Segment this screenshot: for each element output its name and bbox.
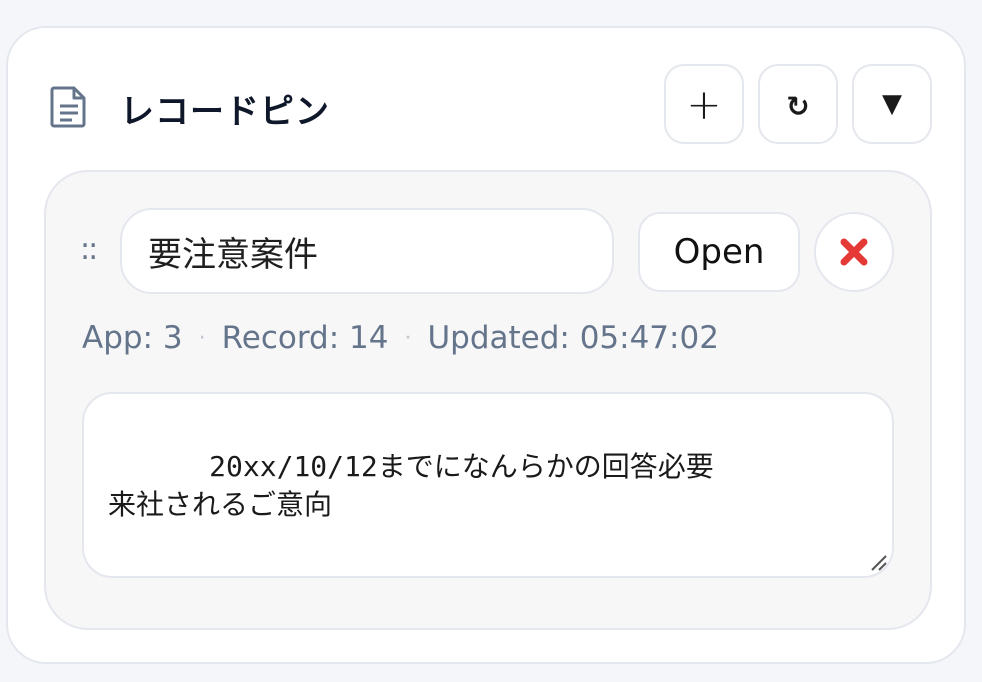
refresh-button[interactable]: ↻ bbox=[758, 64, 838, 144]
meta-app: App: 3 bbox=[82, 320, 183, 356]
meta-separator: · bbox=[198, 326, 206, 351]
refresh-icon: ↻ bbox=[786, 89, 810, 123]
pin-name-input[interactable] bbox=[120, 208, 614, 294]
meta-record: Record: 14 bbox=[221, 320, 389, 356]
document-icon bbox=[50, 86, 86, 128]
add-pin-button[interactable]: + bbox=[664, 64, 744, 144]
pin-card: :: Open App: 3 · Record: 14 · Updated: 05:47… bbox=[44, 170, 932, 630]
delete-pin-button[interactable] bbox=[814, 212, 894, 292]
triangle-down-icon: ▼ bbox=[882, 89, 902, 119]
open-button[interactable]: Open bbox=[638, 212, 800, 292]
collapse-button[interactable]: ▼ bbox=[852, 64, 932, 144]
record-pin-panel: レコードピン + ↻ ▼ :: Open App: 3 · Record: 14 · U… bbox=[6, 26, 966, 664]
resize-grip-icon[interactable] bbox=[866, 550, 888, 572]
plus-icon: + bbox=[686, 79, 722, 129]
drag-handle-icon[interactable]: :: bbox=[80, 232, 98, 267]
panel-title: レコードピン bbox=[120, 92, 330, 132]
note-textarea[interactable]: 20xx/10/12までになんらかの回答必要 来社されるご意向 bbox=[82, 392, 894, 578]
meta-updated: Updated: 05:47:02 bbox=[427, 320, 719, 356]
pin-meta: App: 3 · Record: 14 · Updated: 05:47:02 bbox=[82, 320, 719, 356]
close-x-icon bbox=[840, 238, 868, 266]
note-text: 20xx/10/12までになんらかの回答必要 来社されるご意向 bbox=[108, 450, 714, 521]
meta-separator: · bbox=[404, 326, 412, 351]
panel-header: レコードピン + ↻ ▼ bbox=[50, 64, 932, 146]
